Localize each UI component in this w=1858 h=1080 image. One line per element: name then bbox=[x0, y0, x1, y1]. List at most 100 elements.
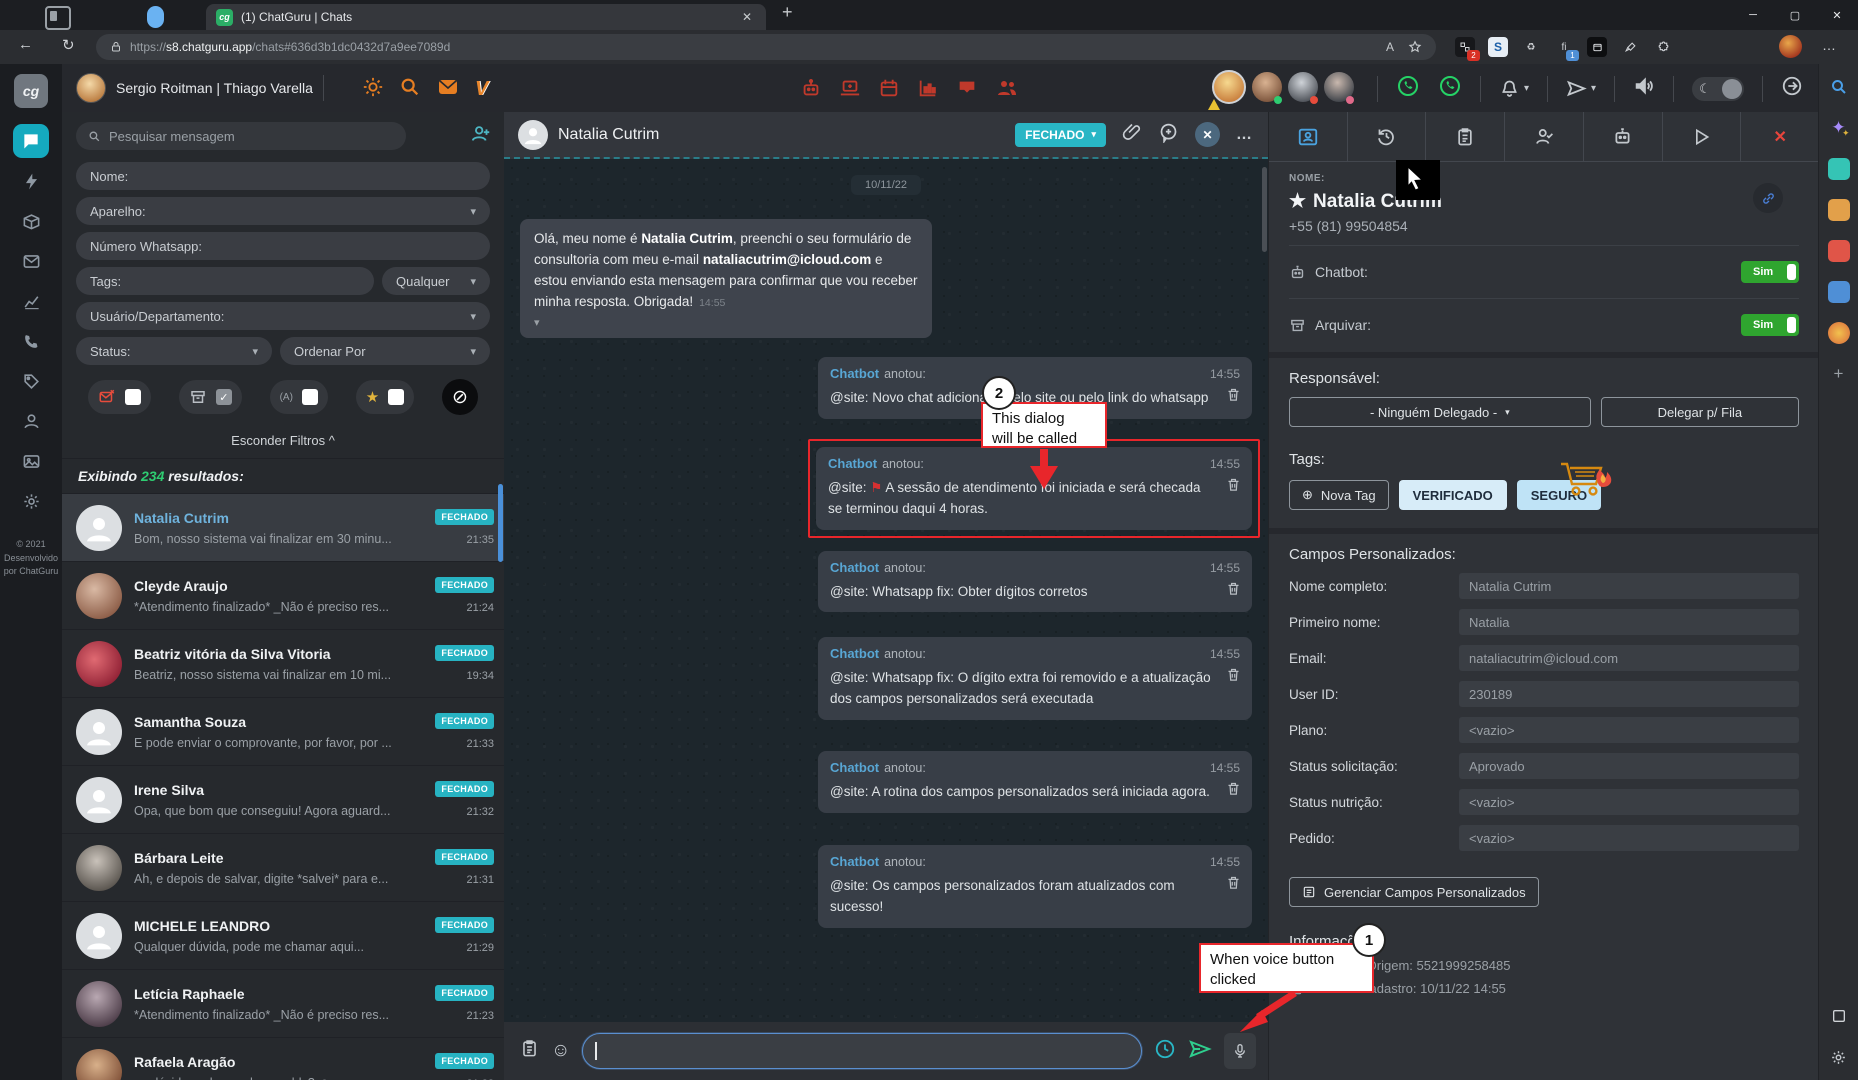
tab-assign[interactable] bbox=[1505, 112, 1584, 161]
list-item[interactable]: Bárbara Leite Ah, e depois de salvar, dig… bbox=[62, 834, 504, 902]
reports-chart-icon[interactable] bbox=[917, 77, 939, 104]
starred-filter-toggle[interactable]: ★ bbox=[355, 380, 415, 414]
chat-more-icon[interactable]: … bbox=[1236, 126, 1254, 144]
delegar-fila-button[interactable]: Delegar p/ Fila bbox=[1600, 397, 1799, 427]
tab-close-icon[interactable]: ✕ bbox=[738, 10, 756, 24]
rail-flows-icon[interactable] bbox=[13, 164, 49, 198]
edge-app-icon[interactable] bbox=[1827, 322, 1850, 344]
search-input[interactable]: Pesquisar mensagem bbox=[76, 122, 406, 150]
emoji-icon[interactable]: ☺ bbox=[551, 1040, 570, 1062]
tab-contact-card[interactable] bbox=[1269, 112, 1348, 161]
campo-input[interactable]: 230189 bbox=[1459, 681, 1799, 707]
favorite-star-icon[interactable] bbox=[1408, 40, 1422, 54]
checkbox-checked[interactable]: ✓ bbox=[215, 389, 232, 405]
sidebar-settings-icon[interactable] bbox=[1828, 1046, 1850, 1068]
delete-note-icon[interactable] bbox=[1226, 387, 1241, 407]
agent-avatar[interactable] bbox=[1324, 72, 1354, 104]
send-icon[interactable] bbox=[1188, 1037, 1212, 1066]
tab-workspaces-icon[interactable] bbox=[45, 6, 71, 30]
messages-icon[interactable] bbox=[436, 75, 460, 104]
checkbox[interactable] bbox=[125, 389, 141, 405]
attach-paperclip-icon[interactable] bbox=[1122, 122, 1142, 147]
broadcast-send-icon[interactable]: ▾ bbox=[1566, 78, 1596, 99]
calendar-icon[interactable] bbox=[878, 77, 900, 104]
tab-chatbot[interactable] bbox=[1584, 112, 1663, 161]
list-item[interactable]: Natalia Cutrim Bom, nosso sistema vai fin… bbox=[62, 494, 504, 562]
browser-menu-icon[interactable]: … bbox=[1822, 37, 1837, 53]
message-menu-caret[interactable]: ▾ bbox=[534, 315, 918, 332]
whatsapp-icon[interactable] bbox=[1396, 74, 1420, 103]
extension-qr-icon[interactable]: 2 bbox=[1455, 37, 1480, 61]
campo-input[interactable]: Natalia Cutrim bbox=[1459, 573, 1799, 599]
search-chats-icon[interactable] bbox=[399, 76, 421, 103]
quick-replies-icon[interactable] bbox=[520, 1039, 539, 1063]
hide-filters-button[interactable]: Esconder Filtros ^ bbox=[62, 425, 504, 458]
tab-notes[interactable] bbox=[1426, 112, 1506, 161]
extension-recycle-icon[interactable]: ♻ bbox=[1521, 37, 1541, 57]
schedule-clock-icon[interactable] bbox=[1154, 1038, 1176, 1065]
filter-tags[interactable]: Tags: bbox=[76, 267, 374, 295]
delete-note-icon[interactable] bbox=[1226, 581, 1241, 601]
maximize-button[interactable]: ▢ bbox=[1774, 0, 1816, 30]
campo-input[interactable]: Natalia bbox=[1459, 609, 1799, 635]
nova-tag-button[interactable]: ⊕ Nova Tag bbox=[1289, 480, 1389, 510]
minimize-button[interactable]: ─ bbox=[1732, 0, 1774, 30]
tab-close[interactable]: ✕ bbox=[1741, 112, 1819, 161]
extension-window-icon[interactable] bbox=[1587, 37, 1607, 57]
list-item[interactable]: Beatriz vitória da Silva Vitoria Beatriz,… bbox=[62, 630, 504, 698]
screenshot-tool-icon[interactable] bbox=[1828, 1005, 1850, 1027]
filter-numero-whatsapp[interactable]: Número Whatsapp: bbox=[76, 232, 490, 260]
rail-contacts-icon[interactable] bbox=[13, 404, 49, 438]
whatsapp-icon-2[interactable] bbox=[1438, 74, 1462, 103]
broadcast-filter-toggle[interactable]: (A) bbox=[269, 380, 328, 414]
tab-history[interactable] bbox=[1348, 112, 1427, 161]
delegado-dropdown[interactable]: - Ninguém Delegado - ▾ bbox=[1289, 397, 1591, 427]
checkbox[interactable] bbox=[388, 389, 405, 405]
rail-mail-icon[interactable] bbox=[13, 244, 49, 278]
archived-filter-toggle[interactable]: ✓ bbox=[178, 380, 242, 414]
delete-note-icon[interactable] bbox=[1226, 477, 1241, 497]
arquivar-toggle[interactable]: Sim bbox=[1741, 314, 1799, 336]
sound-speaker-icon[interactable] bbox=[1633, 75, 1655, 102]
contact-avatar[interactable] bbox=[518, 119, 548, 150]
delete-note-icon[interactable] bbox=[1226, 781, 1241, 801]
rail-tags-icon[interactable] bbox=[13, 364, 49, 398]
add-contact-icon[interactable] bbox=[470, 123, 492, 150]
campo-input[interactable]: <vazio> bbox=[1459, 825, 1799, 851]
logout-icon[interactable] bbox=[1781, 75, 1803, 102]
delete-note-icon[interactable] bbox=[1226, 667, 1241, 687]
dark-mode-toggle[interactable]: ☾ bbox=[1692, 76, 1745, 101]
read-aloud-icon[interactable]: A bbox=[1386, 40, 1394, 54]
users-icon[interactable] bbox=[995, 76, 1019, 105]
rail-box-icon[interactable] bbox=[13, 204, 49, 238]
list-item[interactable]: Letícia Raphaele *Atendimento finalizado*… bbox=[62, 970, 504, 1038]
automation-gear-icon[interactable] bbox=[362, 76, 384, 103]
filter-tags-mode[interactable]: Qualquer ▾ bbox=[382, 267, 490, 295]
extensions-puzzle-icon[interactable] bbox=[1653, 37, 1673, 57]
chatbot-toggle[interactable]: Sim bbox=[1741, 261, 1799, 283]
rail-settings-icon[interactable] bbox=[13, 484, 49, 518]
robot-icon[interactable] bbox=[800, 77, 822, 104]
add-apps-icon[interactable]: + bbox=[1828, 363, 1850, 385]
list-item[interactable]: Cleyde Araujo *Atendimento finalizado* _N… bbox=[62, 562, 504, 630]
list-item[interactable]: Irene Silva Opa, que bom que conseguiu! A… bbox=[62, 766, 504, 834]
edge-app-icon[interactable] bbox=[1827, 199, 1850, 221]
tag-chip[interactable]: VERIFICADO bbox=[1398, 480, 1507, 510]
campo-input[interactable]: Aprovado bbox=[1459, 753, 1799, 779]
close-chat-icon[interactable]: ✕ bbox=[1195, 122, 1220, 147]
extension-s-icon[interactable]: S bbox=[1488, 37, 1508, 57]
agent-avatar-active[interactable] bbox=[1208, 70, 1246, 110]
agent-avatar[interactable] bbox=[1252, 72, 1282, 104]
list-item[interactable]: Rafaela Aragãoqq dúvida pode me chamar, … bbox=[62, 1038, 504, 1080]
filter-nome[interactable]: Nome: bbox=[76, 162, 490, 190]
unread-filter-toggle[interactable] bbox=[88, 380, 151, 414]
filter-status[interactable]: Status: ▾ bbox=[76, 337, 272, 365]
filter-aparelho[interactable]: Aparelho: ▾ bbox=[76, 197, 490, 225]
bing-search-icon[interactable] bbox=[1828, 76, 1850, 98]
chat-status-button[interactable]: FECHADO ▾ bbox=[1015, 122, 1106, 147]
voice-mic-icon[interactable] bbox=[1224, 1033, 1256, 1069]
back-button[interactable]: ← bbox=[18, 36, 33, 53]
close-button[interactable]: ✕ bbox=[1816, 0, 1858, 30]
extension-brush-icon[interactable] bbox=[1620, 37, 1640, 57]
copilot-icon[interactable]: ✦ ✦ bbox=[1828, 117, 1849, 139]
